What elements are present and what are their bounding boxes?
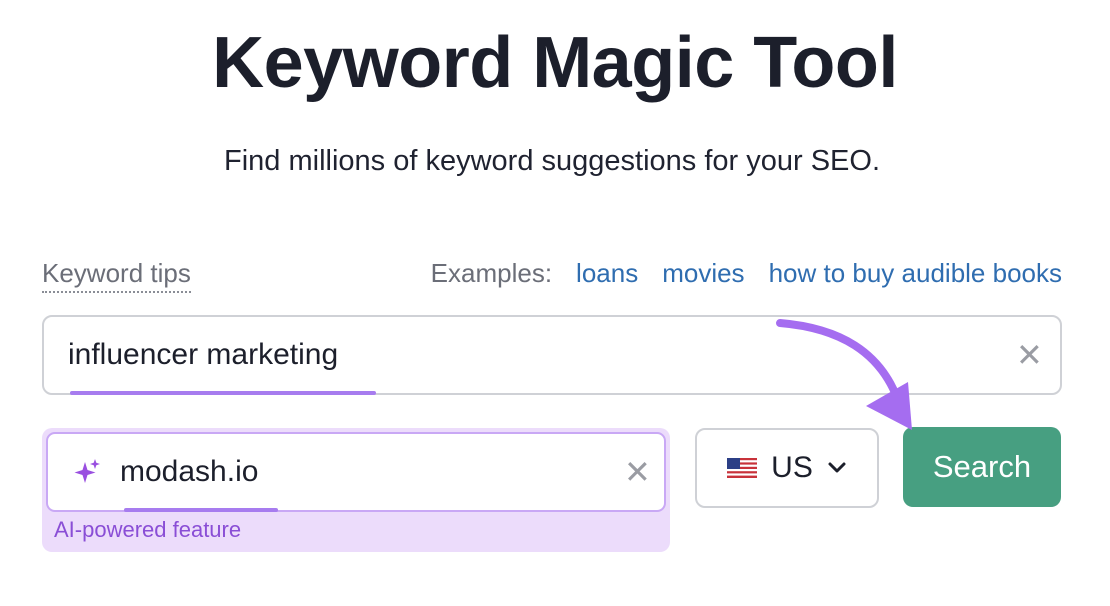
sparkle-icon (74, 459, 100, 483)
keyword-highlight-underline (70, 391, 376, 395)
search-button[interactable]: Search (903, 427, 1061, 507)
example-link-audible[interactable]: how to buy audible books (769, 258, 1062, 289)
examples-label: Examples: (430, 258, 553, 288)
domain-input[interactable] (120, 452, 600, 492)
page-title: Keyword Magic Tool (212, 23, 898, 103)
example-link-movies[interactable]: movies (662, 258, 744, 289)
clear-icon[interactable]: ✕ (1016, 339, 1043, 371)
domain-highlight-underline (124, 508, 278, 512)
chevron-down-icon (828, 462, 846, 473)
country-select[interactable]: US (695, 428, 879, 508)
page-subtitle: Find millions of keyword suggestions for… (224, 145, 880, 177)
examples-row: Examples: loans movies how to buy audibl… (431, 258, 1062, 289)
ai-domain-panel: ✕ AI-powered feature (42, 428, 670, 552)
keyword-input-box: ✕ (42, 315, 1062, 395)
ai-powered-label: AI-powered feature (54, 517, 242, 542)
keyword-input[interactable] (68, 335, 968, 375)
country-value: US (771, 451, 813, 484)
clear-icon[interactable]: ✕ (624, 456, 651, 488)
us-flag-icon (727, 458, 758, 478)
keyword-tips-link[interactable]: Keyword tips (42, 258, 191, 293)
domain-input-box: ✕ (46, 432, 666, 512)
example-link-loans[interactable]: loans (576, 258, 638, 289)
